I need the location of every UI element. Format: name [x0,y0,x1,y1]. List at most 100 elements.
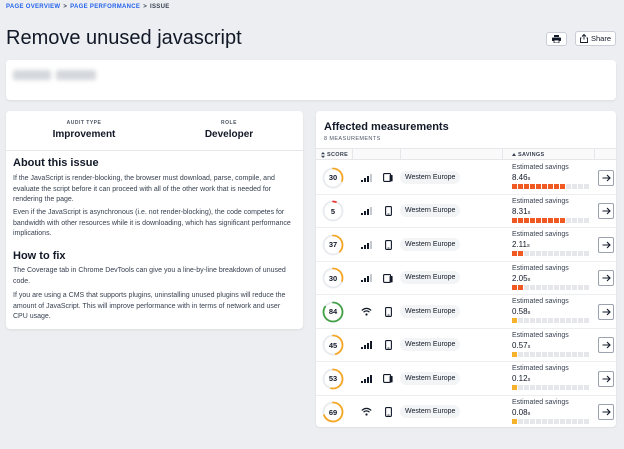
savings-unit: s [527,410,531,417]
savings-bar-segment [524,217,529,223]
savings-value: 0.57s [512,341,530,350]
savings-bar-segment [518,385,523,390]
table-header: SCORE SAVINGS [316,148,616,160]
score-column-header[interactable]: SCORE [321,149,348,160]
phone-icon [384,306,392,317]
cell-signal-3-icon [360,207,372,216]
savings-bar-segment [548,385,553,390]
savings-bar-segment [548,318,553,323]
print-button[interactable] [546,32,567,46]
sort-icon [321,151,325,158]
savings-bar-segment [554,251,559,256]
savings-bar-segment [512,184,517,189]
savings-bar-segment [548,284,553,290]
savings-bar-segment [578,318,583,323]
savings-number: 0.08 [512,407,528,417]
estimated-savings-label: Estimated savings [512,331,569,339]
role: ROLE Developer [169,120,289,140]
open-measurement-button[interactable] [598,203,614,220]
savings-bar-segment [518,318,523,323]
estimated-savings-label: Estimated savings [512,398,569,406]
savings-header-label: SAVINGS [518,151,545,158]
score-value: 69 [328,407,338,417]
share-label: Share [590,34,611,43]
table-row[interactable]: 5 Western Europe Estimated savings 8.31s [316,195,616,228]
redacted-text [56,70,96,80]
table-row[interactable]: 69 Western Europe Estimated savings 0.08s [316,396,616,429]
savings-column-header[interactable]: SAVINGS [512,149,544,160]
savings-number: 2.05 [512,273,528,283]
savings-bar-segment [560,184,565,189]
device-type [382,373,394,385]
savings-bar-segment [572,217,577,223]
audit-type-label: AUDIT TYPE [66,120,102,126]
savings-bar [512,251,589,256]
savings-unit: s [526,243,530,249]
phone-icon [384,239,392,250]
savings-bar-segment [566,284,571,290]
savings-number: 0.58 [512,307,528,316]
table-row[interactable]: 30 Western Europe Estimated savings 2.05s [316,262,616,295]
table-row[interactable]: 37 Western Europe Estimated savings 2.11s [316,228,616,262]
savings-bar-segment [524,184,529,189]
savings-bar-segment [512,284,517,290]
open-measurement-button[interactable] [598,404,614,421]
table-row[interactable]: 45 Western Europe Estimated savings 0.57s [316,329,616,362]
breadcrumb-page-overview[interactable]: PAGE OVERVIEW [6,4,60,10]
open-measurement-button[interactable] [598,236,614,253]
score-value: 37 [328,240,338,250]
region-badge: Western Europe [400,170,461,184]
issue-details-card: AUDIT TYPE Improvement ROLE Developer Ab… [6,111,303,329]
savings-bar-segment [530,385,535,390]
savings-bar-segment [518,217,523,223]
score-value: 45 [328,340,338,350]
savings-bar-segment [542,251,547,256]
savings-bar-segment [524,318,529,323]
savings-bar-segment [512,351,517,357]
measurements-title: Affected measurements [324,121,449,133]
savings-bar-segment [578,251,583,256]
savings-bar-segment [518,184,523,189]
share-button[interactable]: Share [575,31,616,46]
region-badge: Western Europe [400,204,461,218]
savings-value: 0.12s [512,374,530,383]
savings-bar [512,385,589,390]
open-measurement-button[interactable] [598,169,614,186]
savings-bar-segment [518,351,523,357]
page-url-card [6,60,616,100]
tablet-icon [383,173,393,183]
savings-bar-segment [512,318,517,323]
savings-bar-segment [572,385,577,390]
arrow-right-icon [602,207,611,215]
savings-bar-segment [524,251,529,256]
fix-paragraph-1: The Coverage tab in Chrome DevTools can … [13,267,286,285]
device-type [382,205,394,217]
open-measurement-button[interactable] [598,303,614,320]
savings-bar [512,418,589,424]
arrow-right-icon [602,274,611,282]
breadcrumb-page-performance[interactable]: PAGE PERFORMANCE [70,4,140,10]
savings-bar-segment [530,217,535,223]
open-measurement-button[interactable] [598,337,614,354]
network-type [360,407,372,416]
score-header-label: SCORE [327,151,349,158]
table-row[interactable]: 53 Western Europe Estimated savings 0.12s [316,362,616,396]
savings-value: 2.05s [512,274,530,283]
device-type [382,306,394,318]
savings-bar-segment [572,418,577,424]
arrow-right-icon [602,241,611,249]
savings-bar-segment [536,385,541,390]
savings-bar-segment [584,385,589,390]
tablet-icon [383,273,393,283]
table-row[interactable]: 30 Western Europe Estimated savings 8.46s [316,161,616,195]
open-measurement-button[interactable] [598,270,614,287]
savings-bar-segment [554,318,559,323]
savings-bar-segment [536,284,541,290]
estimated-savings-label: Estimated savings [512,164,569,171]
savings-bar-segment [584,251,589,256]
open-measurement-button[interactable] [598,370,614,387]
savings-bar-segment [578,184,583,189]
estimated-savings-label: Estimated savings [512,264,569,272]
table-row[interactable]: 84 Western Europe Estimated savings 0.58s [316,295,616,329]
region-badge: Western Europe [400,338,461,352]
